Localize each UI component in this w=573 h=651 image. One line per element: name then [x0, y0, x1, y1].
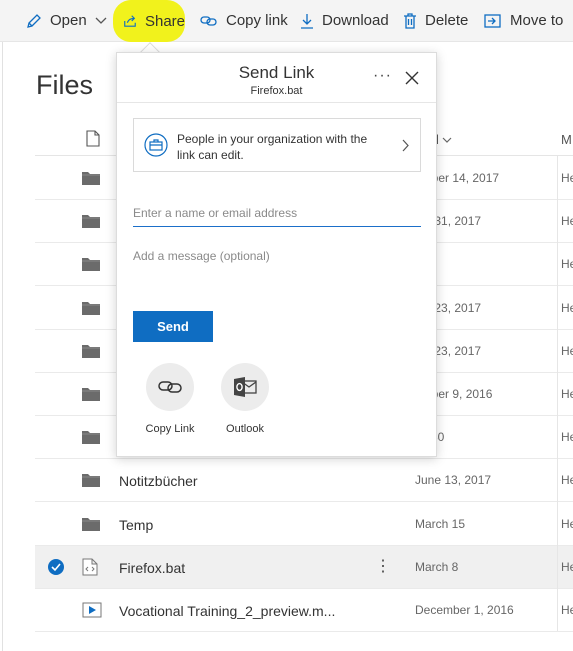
open-button[interactable]: Open [26, 0, 115, 42]
share-label: Share [144, 12, 185, 30]
link-icon [158, 381, 182, 393]
modified-date: March 8 [415, 559, 459, 574]
copy-link-option-label: Copy Link [145, 423, 195, 435]
folder-icon [82, 171, 100, 190]
video-file-icon [82, 602, 102, 623]
column-header-modified-by[interactable]: M [561, 132, 572, 147]
copy-link-button[interactable]: Copy link [200, 0, 288, 42]
link-icon [200, 15, 217, 26]
file-name[interactable]: Vocational Training_2_preview.m... [119, 603, 335, 619]
copy-link-option[interactable]: Copy Link [135, 363, 205, 435]
chevron-down-icon [443, 137, 452, 143]
table-row[interactable]: Vocational Training_2_preview.m... Decemb… [35, 589, 573, 632]
modified-date: June 13, 2017 [415, 473, 492, 488]
file-name[interactable]: Temp [119, 517, 153, 533]
folder-icon [82, 387, 100, 406]
close-icon[interactable] [405, 71, 419, 85]
folder-icon [82, 257, 100, 276]
file-name[interactable]: Notitzbücher [119, 473, 198, 489]
trash-icon [404, 12, 416, 29]
share-icon [124, 15, 136, 27]
file-name[interactable]: Firefox.bat [119, 560, 185, 576]
file-type-icon[interactable] [86, 130, 100, 147]
move-icon [484, 13, 501, 28]
pencil-icon [27, 13, 41, 28]
download-button[interactable]: Download [300, 0, 389, 42]
chevron-right-icon [402, 139, 409, 152]
modified-by: He [561, 516, 573, 531]
delete-button[interactable]: Delete [403, 0, 468, 42]
folder-icon [82, 344, 100, 363]
modified-by: He [561, 603, 573, 617]
share-button[interactable]: Share [113, 0, 185, 42]
modified-by: He [561, 214, 573, 229]
modified-date: December 1, 2016 [415, 603, 514, 617]
copy-link-circle [146, 363, 194, 411]
permission-description: People in your organization with the lin… [177, 132, 368, 162]
folder-icon [82, 517, 100, 536]
modified-by: He [561, 257, 573, 272]
modified-by: He [561, 300, 573, 315]
outlook-icon [234, 377, 257, 397]
table-row[interactable]: Temp March 15 He [35, 503, 573, 546]
code-file-icon [82, 558, 98, 581]
send-button[interactable]: Send [133, 311, 213, 342]
folder-icon [82, 301, 100, 320]
folder-icon [82, 214, 100, 233]
modified-by: He [561, 387, 573, 401]
folder-icon [82, 473, 100, 492]
nav-divider [2, 42, 3, 651]
table-row[interactable]: Firefox.bat ⋮ March 8 He [35, 545, 573, 589]
page-title: Files [36, 70, 94, 100]
delete-label: Delete [425, 12, 469, 29]
link-settings-button[interactable]: People in your organization with the lin… [133, 118, 421, 172]
modified-by: He [561, 171, 573, 185]
dialog-header: Send Link Firefox.bat ··· [117, 53, 436, 103]
outlook-option-label: Outlook [226, 423, 264, 435]
table-row[interactable]: Notitzbücher June 13, 2017 He [35, 459, 573, 503]
share-dialog: Send Link Firefox.bat ··· People in your… [116, 52, 437, 457]
modified-date: March 15 [415, 516, 466, 531]
modified-by: He [561, 343, 573, 358]
message-input[interactable] [133, 249, 421, 279]
chevron-down-icon [95, 17, 107, 24]
column-divider [557, 156, 558, 631]
copy-link-label: Copy link [226, 12, 288, 29]
command-bar: Open Share Copy link Download Delete Mov… [0, 0, 573, 42]
open-label: Open [50, 12, 87, 29]
move-to-button[interactable]: Move to [484, 0, 563, 42]
download-label: Download [322, 12, 389, 29]
outlook-circle [221, 363, 269, 411]
modified-by: He [561, 559, 573, 574]
dialog-subtitle: Firefox.bat [250, 85, 303, 97]
folder-icon [82, 430, 100, 449]
more-options-button[interactable]: ··· [373, 67, 392, 85]
modified-by: He [561, 430, 573, 445]
move-to-label: Move to [510, 12, 564, 29]
briefcase-icon [144, 133, 168, 157]
checkmark-icon[interactable] [48, 558, 64, 580]
row-more-options-icon[interactable]: ⋮ [375, 556, 391, 576]
download-icon [301, 13, 313, 29]
outlook-option[interactable]: Outlook [210, 363, 280, 435]
modified-by: He [561, 473, 573, 488]
recipient-input[interactable] [133, 199, 421, 227]
